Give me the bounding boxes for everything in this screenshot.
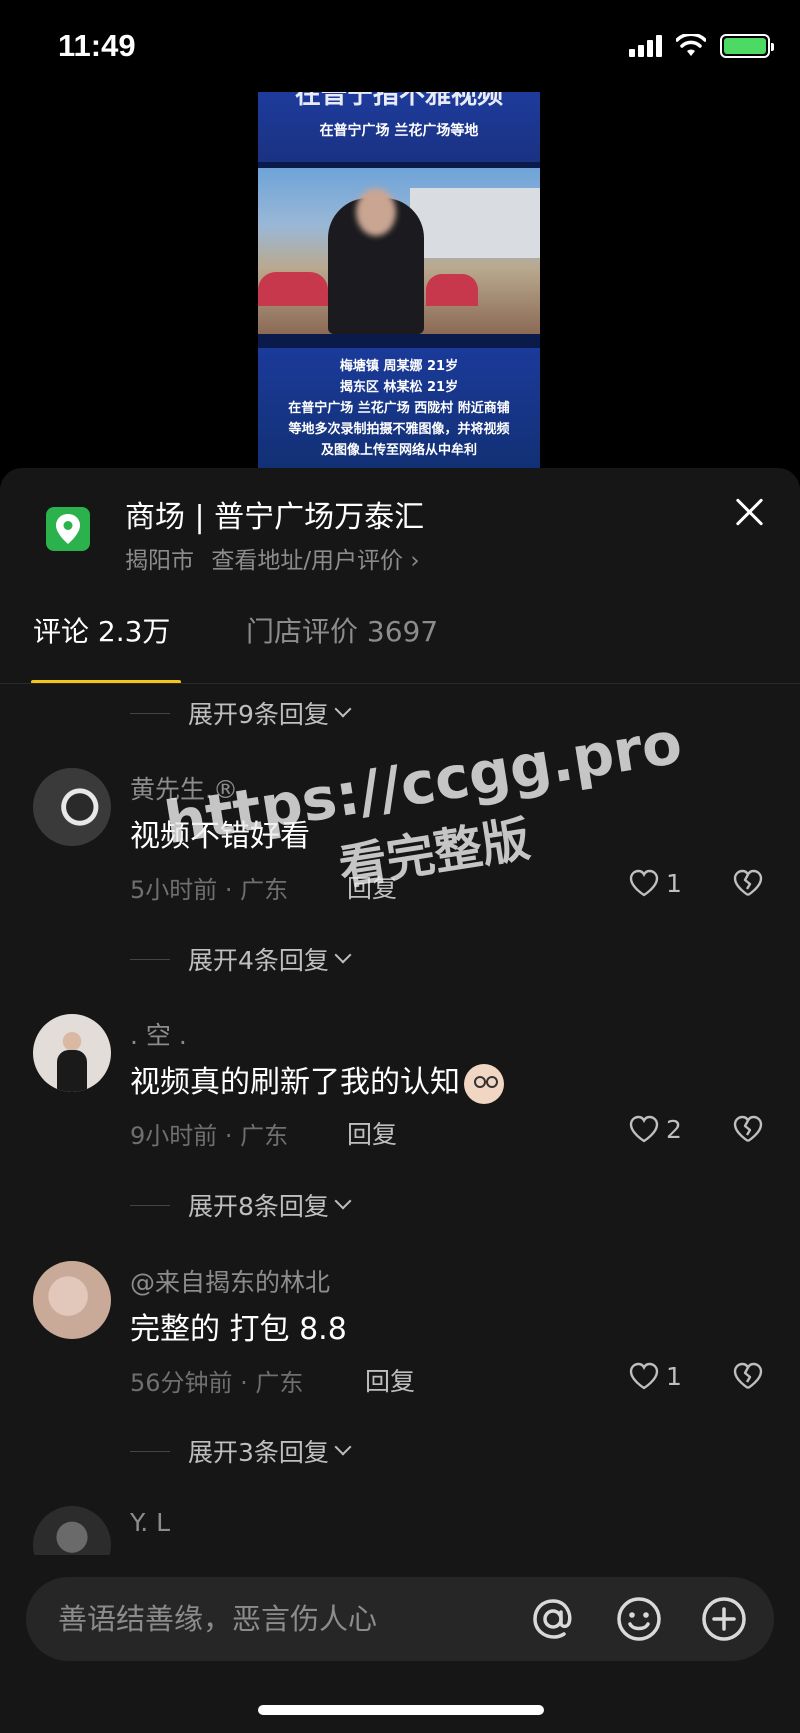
expand-replies-label: 展开4条回复 — [188, 946, 329, 975]
video-banner: 在普宁指不雅视频 在普宁广场 兰花广场等地 — [258, 92, 540, 162]
video-banner-title: 在普宁指不雅视频 — [294, 92, 503, 110]
tab-comments[interactable]: 评论 2.3万 — [33, 610, 170, 650]
comment-text-content: 视频真的刷新了我的认知 — [130, 1065, 460, 1100]
battery-icon — [720, 34, 774, 58]
cat-emoji-icon — [464, 1063, 504, 1104]
chevron-down-icon — [334, 700, 352, 718]
location-city: 揭阳市 — [125, 548, 194, 574]
wifi-icon — [676, 34, 706, 56]
like-button[interactable]: 1 — [628, 1361, 682, 1391]
expand-replies-button[interactable]: 展开8条回复 — [130, 1188, 352, 1222]
video-frame-image — [258, 168, 540, 334]
comment-input-bar — [0, 1555, 800, 1733]
plus-icon[interactable] — [699, 1594, 749, 1644]
heart-icon — [629, 1115, 659, 1143]
chevron-down-icon — [334, 1192, 352, 1210]
comment-input[interactable] — [58, 1599, 498, 1639]
chevron-down-icon — [334, 946, 352, 964]
status-time: 11:49 — [58, 28, 136, 63]
expand-replies-button[interactable]: 展开4条回复 — [130, 942, 352, 976]
location-title[interactable]: 商场 | 普宁广场万泰汇 — [125, 492, 424, 536]
like-button[interactable]: 2 — [628, 1114, 682, 1144]
video-player[interactable]: 在普宁指不雅视频 在普宁广场 兰花广场等地 梅塘镇 周某娜 21岁 揭东区 林某… — [258, 92, 540, 472]
status-bar: 11:49 — [0, 0, 800, 100]
expand-replies-label: 展开8条回复 — [188, 1192, 329, 1221]
comment-username[interactable]: @来自揭东的林北 — [130, 1263, 330, 1299]
caption-line: 在普宁广场 兰花广场 西陇村 附近商铺 — [288, 401, 510, 416]
comment-text: 视频不错好看 — [130, 819, 310, 854]
tab-divider — [0, 683, 800, 684]
expand-replies-button[interactable]: 展开3条回复 — [130, 1434, 352, 1468]
comment-time-location: 9小时前 · 广东 — [130, 1122, 289, 1150]
caption-line: 梅塘镇 周某娜 21岁 — [339, 359, 459, 374]
status-icons — [629, 34, 774, 58]
location-subtitle[interactable]: 揭阳市 查看地址/用户评价 › — [125, 541, 420, 575]
comment-text: 视频真的刷新了我的认知 — [130, 1057, 504, 1104]
expand-replies-label: 展开3条回复 — [188, 1438, 329, 1467]
comment-time-location: 5小时前 · 广东 — [130, 876, 289, 904]
home-indicator[interactable] — [258, 1705, 544, 1715]
expand-replies-label: 展开9条回复 — [188, 700, 329, 729]
video-caption: 梅塘镇 周某娜 21岁 揭东区 林某松 21岁 在普宁广场 兰花广场 西陇村 附… — [258, 348, 540, 472]
caption-line: 及图像上传至网络从中牟利 — [320, 443, 477, 458]
like-count: 2 — [666, 1114, 682, 1144]
comment-username[interactable]: Y. L — [130, 1508, 170, 1537]
video-banner-subtitle: 在普宁广场 兰花广场等地 — [319, 123, 479, 139]
comment-input-box — [26, 1577, 774, 1661]
expand-replies-button[interactable]: 展开9条回复 — [130, 696, 352, 730]
signal-icon — [629, 35, 662, 57]
reply-button[interactable]: 回复 — [365, 1362, 415, 1398]
avatar[interactable] — [33, 1261, 111, 1339]
caption-line: 揭东区 林某松 21岁 — [339, 380, 459, 395]
comment-text: 完整的 打包 8.8 — [130, 1312, 347, 1347]
broken-heart-icon[interactable] — [732, 868, 764, 898]
avatar[interactable] — [33, 768, 111, 846]
close-icon[interactable] — [732, 494, 768, 530]
comment-username[interactable]: 黄先生.® — [130, 770, 238, 806]
heart-icon — [629, 869, 659, 897]
comment-username[interactable]: . 空 . — [130, 1016, 187, 1052]
emoji-icon[interactable] — [614, 1594, 664, 1644]
like-count: 1 — [666, 868, 682, 898]
like-button[interactable]: 1 — [628, 868, 682, 898]
broken-heart-icon[interactable] — [732, 1114, 764, 1144]
broken-heart-icon[interactable] — [732, 1361, 764, 1391]
comment-sheet: 商场 | 普宁广场万泰汇 揭阳市 查看地址/用户评价 › 评论 2.3万 门店评… — [0, 468, 800, 1733]
comment-time-location: 56分钟前 · 广东 — [130, 1369, 304, 1397]
reply-button[interactable]: 回复 — [347, 1115, 397, 1151]
chevron-down-icon — [334, 1438, 352, 1456]
like-count: 1 — [666, 1361, 682, 1391]
location-detail-link[interactable]: 查看地址/用户评价 › — [211, 548, 419, 574]
avatar[interactable] — [33, 1014, 111, 1092]
reply-button[interactable]: 回复 — [347, 869, 397, 905]
tab-store-reviews[interactable]: 门店评价 3697 — [246, 610, 438, 650]
caption-line: 等地多次录制拍摄不雅图像，并将视频 — [288, 422, 510, 437]
location-pin-icon — [46, 507, 90, 551]
heart-icon — [629, 1362, 659, 1390]
at-icon[interactable] — [528, 1594, 578, 1644]
